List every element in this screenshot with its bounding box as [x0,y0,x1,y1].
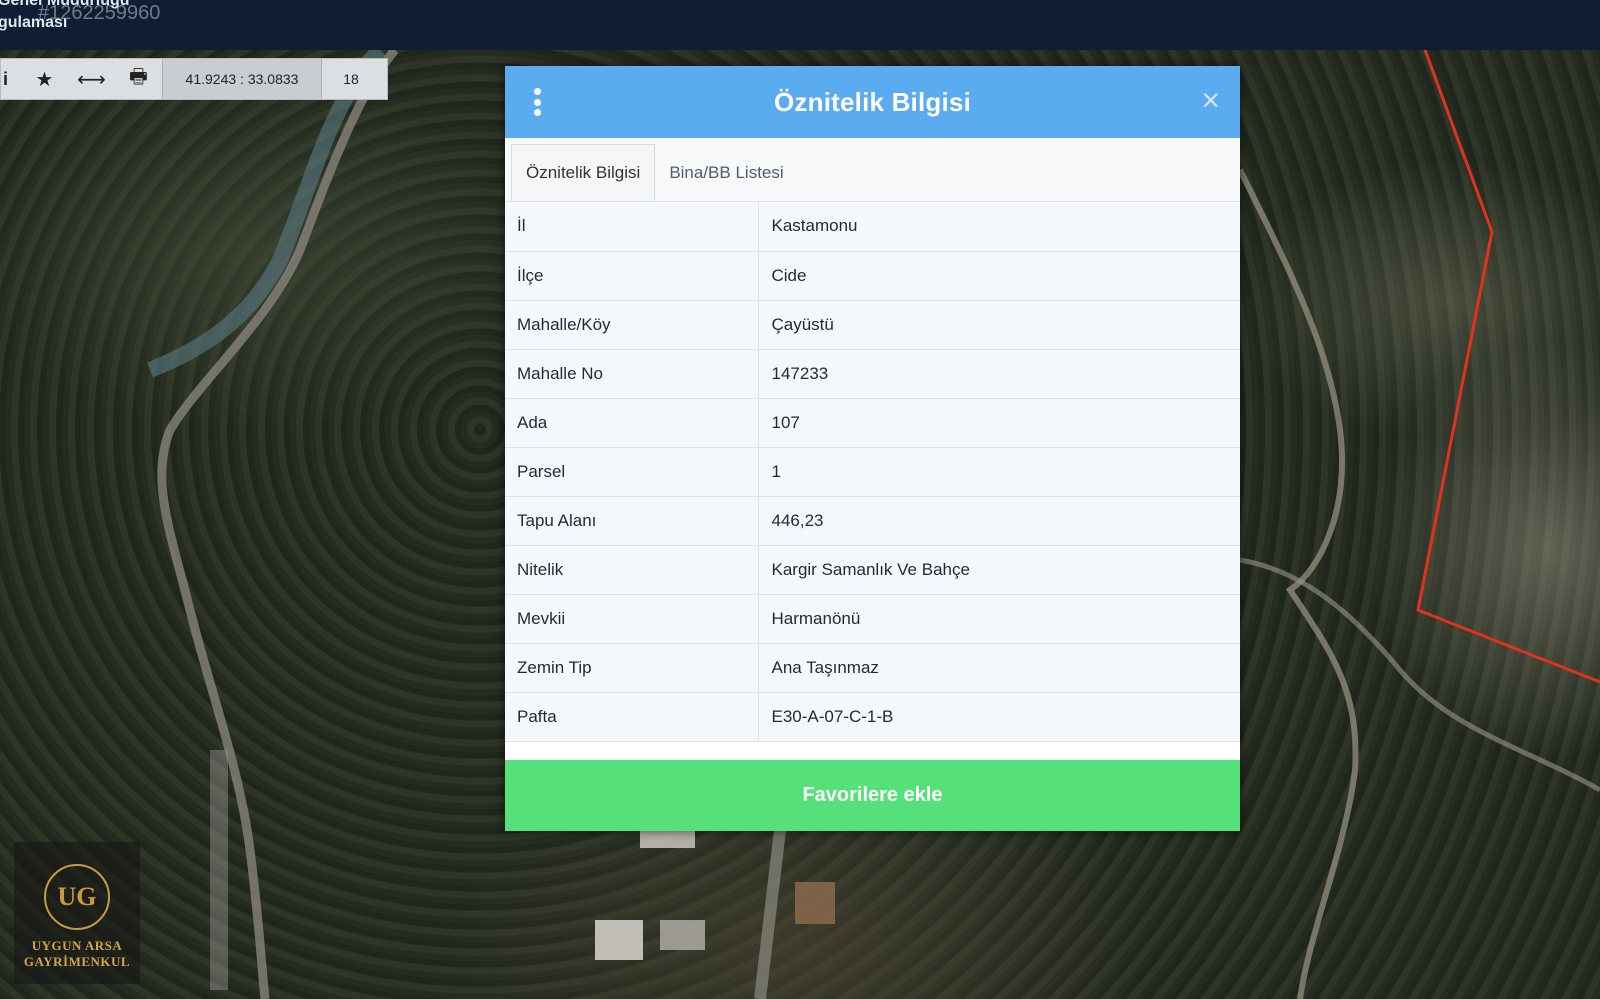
star-icon[interactable]: ★ [21,59,68,99]
company-logo: UG UYGUN ARSA GAYRİMENKUL [14,842,140,984]
attribute-info-dialog: Öznitelik Bilgisi × Öznitelik Bilgisi Bi… [505,66,1240,831]
attribute-value: 1 [758,447,1240,497]
info-icon[interactable]: i [1,59,21,99]
attribute-value: E30-A-07-C-1-B [758,692,1240,742]
top-bar: Genel Müdürlüğü gulaması #1262259960 [0,0,1600,51]
map-toolbar: i ★ ⟷ 🖶 41.9243 : 33.0833 18 [0,58,388,100]
table-row: İl Kastamonu [505,202,1240,252]
attribute-value: Ana Taşınmaz [758,643,1240,693]
road-line-south [754,829,786,999]
tab-building-list[interactable]: Bina/BB Listesi [655,144,797,201]
attribute-value: Cide [758,251,1240,301]
table-row: Ada 107 [505,398,1240,448]
zoom-level: 18 [343,71,359,87]
logo-mark: UG [44,864,110,930]
table-row: Mevkii Harmanönü [505,594,1240,644]
arrows-horizontal-icon[interactable]: ⟷ [68,59,115,99]
add-to-favorites-button[interactable]: Favorilere ekle [505,760,1240,831]
dialog-header: Öznitelik Bilgisi × [505,66,1240,138]
table-row: İlçe Cide [505,251,1240,301]
print-icon[interactable]: 🖶 [115,59,162,99]
attribute-key: İl [505,202,759,252]
building [795,882,835,924]
logo-line2: GAYRİMENKUL [23,954,131,969]
attribute-key: Pafta [505,692,759,742]
attribute-table: İl Kastamonu İlçe Cide Mahalle/Köy Çayüstü Mah… [505,202,1240,742]
table-row: Mahalle No 147233 [505,349,1240,399]
attribute-value: Kastamonu [758,202,1240,252]
attribute-value: Çayüstü [758,300,1240,350]
table-row: Tapu Alanı 446,23 [505,496,1240,546]
attribute-key: Parsel [505,447,759,497]
attribute-key: Tapu Alanı [505,496,759,546]
attribute-key: Mevkii [505,594,759,644]
attribute-key: İlçe [505,251,759,301]
attribute-key: Mahalle No [505,349,759,399]
tab-attribute-info[interactable]: Öznitelik Bilgisi [511,144,656,201]
attribute-value: 107 [758,398,1240,448]
table-row: Mahalle/Köy Çayüstü [505,300,1240,350]
building [595,920,643,960]
coordinates-display: 41.9243 : 33.0833 [162,59,322,99]
logo-line1: UYGUN ARSA [31,938,123,953]
attribute-key: Zemin Tip [505,643,759,693]
dialog-tabs: Öznitelik Bilgisi Bina/BB Listesi [505,138,1240,202]
road-line [157,50,399,999]
road-line-east [1237,168,1359,999]
table-row: Nitelik Kargir Samanlık Ve Bahçe [505,545,1240,595]
parcel-border [1416,50,1600,684]
attribute-value: Harmanönü [758,594,1240,644]
attribute-value: 147233 [758,349,1240,399]
dialog-title: Öznitelik Bilgisi [774,86,971,117]
table-row: Pafta E30-A-07-C-1-B [505,692,1240,742]
greenhouse-row [210,750,228,990]
kebab-menu-icon[interactable] [531,88,543,116]
attribute-key: Nitelik [505,545,759,595]
attribute-value: 446,23 [758,496,1240,546]
watermark-id: #1262259960 [38,2,161,24]
table-row: Parsel 1 [505,447,1240,497]
table-row: Zemin Tip Ana Taşınmaz [505,643,1240,693]
attribute-key: Mahalle/Köy [505,300,759,350]
building [660,920,705,950]
attribute-value: Kargir Samanlık Ve Bahçe [758,545,1240,595]
close-icon[interactable]: × [1201,84,1220,116]
attribute-key: Ada [505,398,759,448]
